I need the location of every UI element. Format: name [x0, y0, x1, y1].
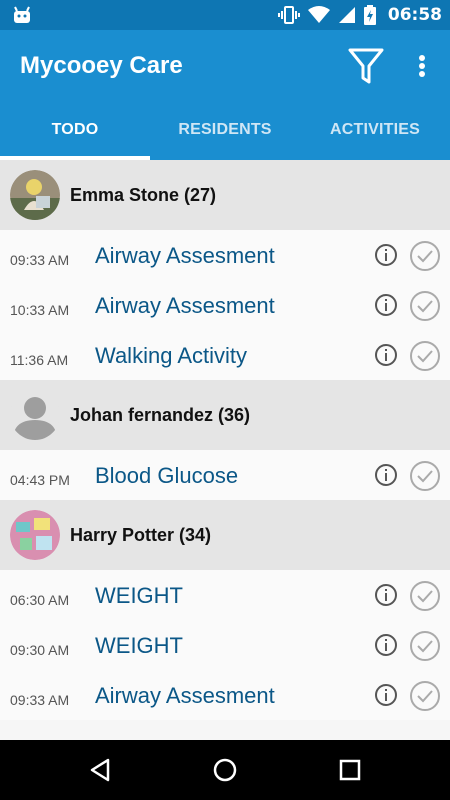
task-row[interactable]: 10:33 AM Airway Assesment — [0, 280, 450, 330]
home-icon[interactable] — [211, 756, 239, 784]
resident-name: Emma Stone (27) — [70, 185, 217, 205]
resident-name: Johan fernandez (36) — [70, 405, 251, 425]
task-name: Airway Assesment — [95, 243, 275, 268]
info-icon[interactable] — [374, 683, 398, 707]
recent-apps-icon[interactable] — [336, 756, 364, 784]
app-title: Mycooey Care — [20, 52, 183, 79]
tab-residents[interactable]: RESIDENTS — [150, 102, 300, 160]
complete-check-icon[interactable] — [409, 460, 441, 492]
app-bar: Mycooey Care — [0, 30, 450, 102]
task-row[interactable]: 09:33 AM Airway Assesment — [0, 670, 450, 720]
info-icon[interactable] — [374, 243, 398, 267]
task-row[interactable]: 11:36 AM Walking Activity — [0, 330, 450, 380]
task-name: WEIGHT — [95, 633, 183, 658]
todo-list[interactable]: Emma Stone (27) 09:33 AM Airway Assesmen… — [0, 160, 450, 740]
complete-check-icon[interactable] — [409, 290, 441, 322]
task-row[interactable]: 09:30 AM WEIGHT — [0, 620, 450, 670]
status-time: 06:58 — [387, 5, 442, 25]
task-time: 09:33 AM — [10, 692, 70, 708]
task-row[interactable]: 06:30 AM WEIGHT — [0, 570, 450, 620]
info-icon[interactable] — [374, 343, 398, 367]
signal-icon — [338, 7, 355, 23]
wifi-icon — [307, 6, 330, 23]
tab-activities[interactable]: ACTIVITIES — [300, 102, 450, 160]
battery-icon — [363, 5, 376, 25]
back-icon[interactable] — [86, 756, 114, 784]
complete-check-icon[interactable] — [409, 680, 441, 712]
android-notification-icon — [14, 6, 30, 23]
status-bar: 06:58 — [0, 0, 450, 30]
task-row[interactable]: 09:33 AM Airway Assesment — [0, 230, 450, 280]
complete-check-icon[interactable] — [409, 580, 441, 612]
info-icon[interactable] — [374, 293, 398, 317]
task-row[interactable]: 04:43 PM Blood Glucose — [0, 450, 450, 500]
tab-todo[interactable]: TODO — [0, 102, 150, 160]
resident-header[interactable]: Johan fernandez (36) — [0, 380, 450, 450]
tab-bar: TODO RESIDENTS ACTIVITIES — [0, 102, 450, 160]
task-name: Airway Assesment — [95, 293, 275, 318]
resident-header[interactable]: Harry Potter (34) — [0, 500, 450, 570]
info-icon[interactable] — [374, 633, 398, 657]
task-name: Airway Assesment — [95, 683, 275, 708]
info-icon[interactable] — [374, 583, 398, 607]
info-icon[interactable] — [374, 463, 398, 487]
system-nav-bar — [0, 740, 450, 800]
overflow-menu-icon[interactable] — [410, 48, 434, 84]
resident-header[interactable]: Emma Stone (27) — [0, 160, 450, 230]
task-name: Walking Activity — [95, 343, 248, 368]
vibrate-icon — [277, 6, 300, 24]
resident-photo-avatar — [10, 510, 60, 560]
complete-check-icon[interactable] — [409, 340, 441, 372]
default-person-avatar-icon — [10, 390, 60, 440]
resident-name: Harry Potter (34) — [70, 525, 212, 545]
complete-check-icon[interactable] — [409, 630, 441, 662]
resident-photo-avatar — [10, 170, 60, 220]
complete-check-icon[interactable] — [409, 240, 441, 272]
task-name: Blood Glucose — [95, 463, 239, 488]
filter-icon[interactable] — [346, 46, 386, 86]
task-name: WEIGHT — [95, 583, 183, 608]
